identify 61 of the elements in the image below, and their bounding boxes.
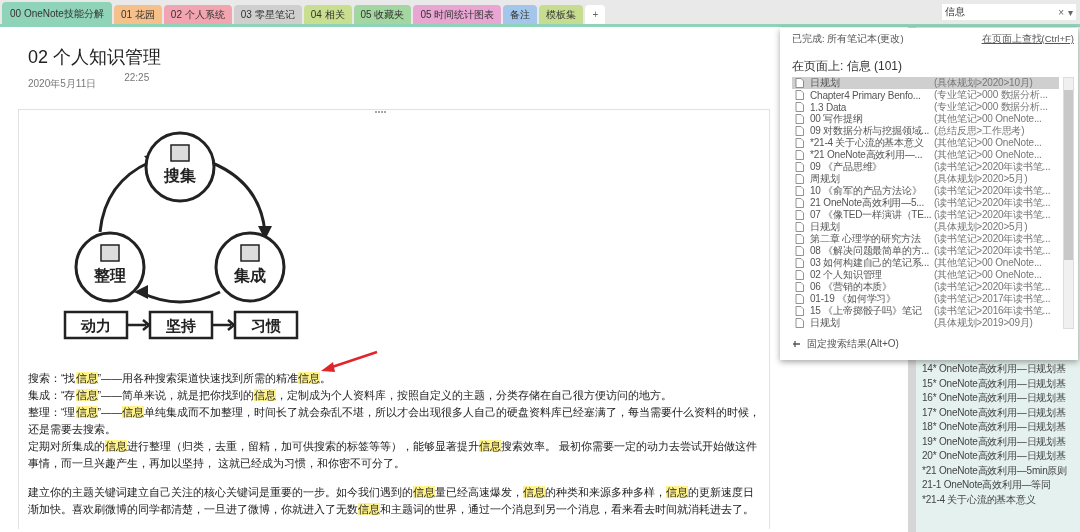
search-result-item[interactable]: 02 个人知识管理 (其他笔记>00 OneNote...	[792, 269, 1060, 281]
search-result-item[interactable]: *21 OneNote高效利用—... (其他笔记>00 OneNote...	[792, 149, 1060, 161]
section-tab[interactable]: 模板集	[539, 5, 584, 24]
search-result-item[interactable]: 07 《像TED一样演讲（TE... (读书笔记>2020年读书笔...	[792, 209, 1060, 221]
search-result-item[interactable]: 21 OneNote高效利用—5... (读书笔记>2020年读书笔...	[792, 197, 1060, 209]
paragraph: 整理：“理信息”——信息单纯集成而不加整理，时间长了就会杂乱不堪，所以才会出现很多人自己的硬盘资料库已经塞满了，每当需要什么资料的时候，还是需要去搜索。	[28, 405, 761, 437]
paragraph: 定期对所集成的信息进行整理（归类，去重，留精，加可供搜索的标签等等），能够显著提升信息搜索效率。 最初你需要一定的动力去尝试开始做这件事情，而一旦兴趣产生，再加以坚持， 这就已经成为习惯，和你密不可分了。	[28, 439, 758, 471]
search-result-item[interactable]: 10 《俞军的产品方法论》 (读书笔记>2020年读书笔...	[792, 185, 1060, 197]
search-result-item[interactable]: 00 写作提纲 (其他笔记>00 OneNote...	[792, 113, 1060, 125]
page-item[interactable]: 21-1 OneNote高效利用—等同	[916, 478, 1080, 493]
page-item[interactable]: 16* OneNote高效利用—日规划基	[916, 391, 1080, 406]
search-result-item[interactable]: 06 《营销的本质》 (读书笔记>2020年读书笔...	[792, 281, 1060, 293]
search-result-item[interactable]: Chapter4 Primary Benfo... (专业笔记>000 数据分析...	[792, 89, 1060, 101]
section-tab[interactable]: 备注	[503, 5, 538, 24]
page-item[interactable]: 17* OneNote高效利用—日规划基	[916, 405, 1080, 420]
drag-handle-icon[interactable]	[374, 110, 388, 114]
pin-icon[interactable]	[792, 340, 801, 348]
page-item[interactable]: *21-4 关于心流的基本意义	[916, 492, 1080, 507]
page-item[interactable]: 20* OneNote高效利用—日规划基	[916, 449, 1080, 464]
clear-button[interactable]: ×	[1058, 6, 1064, 18]
results-heading: 在页面上: 信息 (101)	[792, 58, 903, 75]
page-item[interactable]: 15* OneNote高效利用—日规划基	[916, 376, 1080, 391]
search-result-item[interactable]: 08 《解决问题最简单的方... (读书笔记>2020年读书笔...	[792, 245, 1060, 257]
search-result-item[interactable]: 第二章 心理学的研究方法 (读书笔记>2020年读书笔...	[792, 233, 1060, 245]
section-tab[interactable]: 04 相关	[303, 5, 352, 24]
search-result-item[interactable]: *21-4 关于心流的基本意义 (其他笔记>00 OneNote...	[792, 137, 1060, 149]
page-item[interactable]: 18* OneNote高效利用—日规划基	[916, 420, 1080, 435]
paragraph: 集成：“存信息”——简单来说，就是把你找到的信息，定制成为个人资料库，按照自定义的主题，分类存储在自己很方便访问的地方。	[28, 388, 673, 403]
section-tab[interactable]: 00 OneNote技能分解	[2, 2, 112, 24]
search-result-item[interactable]: 日规划 (具体规划>2019>09月)	[792, 317, 1060, 329]
annotation-arrow	[319, 350, 379, 374]
search-scope-link[interactable]: 已完成: 所有笔记本(更改)	[792, 33, 904, 46]
section-tab[interactable]: 05 时间统计图表	[413, 5, 502, 24]
paragraph: 搜索：“找信息”——用各种搜索渠道快速找到所需的精准信息。	[28, 371, 332, 386]
search-result-item[interactable]: 01-19 《如何学习》 (读书笔记>2017年读书笔...	[792, 293, 1060, 305]
section-tab[interactable]: 03 零星笔记	[233, 5, 302, 24]
paragraph: 建立你的主题关键词建立自己关注的核心关键词是重要的一步。如今我们遇到的信息量已经高速爆发，信息的种类和来源多种多样，信息的更新速度日渐加快。喜欢刷微博的同学都清楚，一旦进了微博，你就进入了无数信息和主题词的世界，通过一个消息到另一个消息，看来看去时间就消耗进去了。	[28, 485, 755, 517]
page-item[interactable]: 14* OneNote高效利用—日规划基	[916, 362, 1080, 377]
section-tab[interactable]: 05 收藏夹	[353, 5, 412, 24]
search-result-item[interactable]: 15 《上帝掷骰子吗》笔记 (读书笔记>2016年读书笔...	[792, 305, 1060, 317]
find-on-page-link[interactable]: 在页面上查找(Ctrl+F)	[981, 33, 1074, 46]
scrollbar[interactable]	[1063, 77, 1074, 329]
search-result-item[interactable]: 周规划 (具体规划>2020>5月)	[792, 173, 1060, 185]
page-time: 22:25	[124, 72, 150, 85]
pin-results-link[interactable]: 固定搜索结果(Alt+O)	[807, 337, 899, 351]
page-title: 02 个人知识管理	[28, 46, 162, 69]
add-section-tab[interactable]: +	[585, 5, 606, 24]
search-result-item[interactable]: 03 如何构建自己的笔记系... (其他笔记>00 OneNote...	[792, 257, 1060, 269]
page-item[interactable]: *21 OneNote高效利用—5min原则	[916, 463, 1080, 478]
search-result-item[interactable]: 日规划 (具体规划>2020>10月)	[792, 77, 1060, 89]
search-result-item[interactable]: 1.3 Data (专业笔记>000 数据分析...	[792, 101, 1060, 113]
dropdown-button[interactable]: ▾	[1068, 6, 1073, 18]
section-tab[interactable]: 02 个人系统	[163, 5, 232, 24]
search-result-item[interactable]: 日规划 (具体规划>2020>5月)	[792, 221, 1060, 233]
knowledge-cycle-drawing: 搜集 整理 集成 动力 坚持 习惯	[50, 122, 312, 344]
page-date: 2020年5月11日	[28, 77, 97, 91]
section-tab[interactable]: 01 花园	[113, 5, 162, 24]
search-result-item[interactable]: 09 《产品思维》 (读书笔记>2020年读书笔...	[792, 161, 1060, 173]
page-item[interactable]: 19* OneNote高效利用—日规划基	[916, 434, 1080, 449]
search-result-item[interactable]: 09 对数据分析与挖掘领域... (总结反思>工作思考)	[792, 125, 1060, 137]
search-field[interactable]: 信息 × ▾	[942, 4, 1076, 20]
